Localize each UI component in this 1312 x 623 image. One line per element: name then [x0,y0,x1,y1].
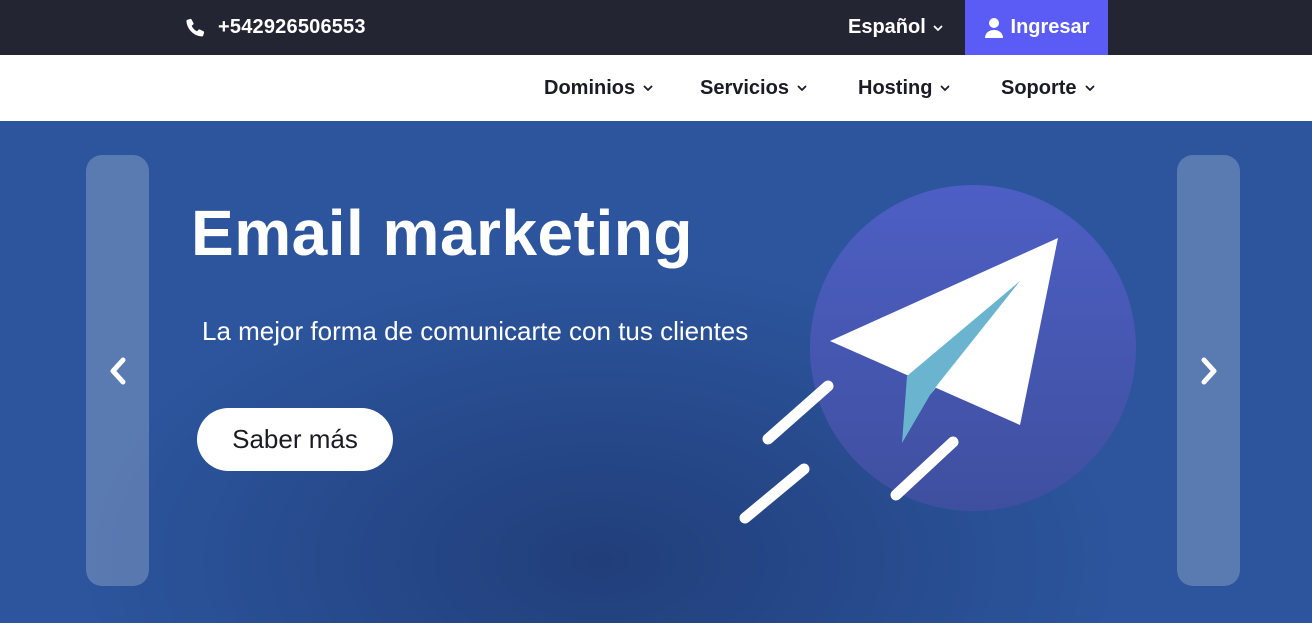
hero-subtitle: La mejor forma de comunicarte con tus cl… [202,316,749,346]
main-nav: Dominios Servicios Hosting Soporte [0,55,1312,121]
language-label: Español [848,16,926,38]
paper-plane-icon [739,185,1136,524]
language-selector[interactable]: Español [848,0,944,55]
nav-item-dominios[interactable]: Dominios [544,55,654,121]
nav-item-hosting[interactable]: Hosting [858,55,951,121]
nav-item-servicios[interactable]: Servicios [700,55,808,121]
login-label: Ingresar [1010,16,1090,38]
carousel-prev-button[interactable] [86,155,149,586]
chevron-right-icon [1198,355,1220,387]
chevron-left-icon [107,355,129,387]
nav-item-label: Servicios [700,76,789,99]
hero-title: Email marketing [191,197,693,269]
phone-contact[interactable]: +542926506553 [184,0,366,55]
nav-item-soporte[interactable]: Soporte [1001,55,1096,121]
nav-item-label: Hosting [858,76,933,99]
nav-item-label: Dominios [544,76,636,99]
user-icon [984,17,1004,39]
paper-plane-illustration [720,171,1160,541]
chevron-down-icon [1084,82,1096,94]
hero-carousel: Email marketing La mejor forma de comuni… [0,121,1312,623]
phone-icon [184,17,206,39]
phone-number: +542926506553 [218,16,366,38]
top-bar: +542926506553 Español Ingresar [0,0,1312,55]
chevron-down-icon [939,82,951,94]
login-button[interactable]: Ingresar [965,0,1108,55]
learn-more-button[interactable]: Saber más [197,408,393,471]
carousel-next-button[interactable] [1177,155,1240,586]
chevron-down-icon [642,82,654,94]
nav-item-label: Soporte [1001,76,1077,99]
chevron-down-icon [932,22,944,34]
chevron-down-icon [796,82,808,94]
